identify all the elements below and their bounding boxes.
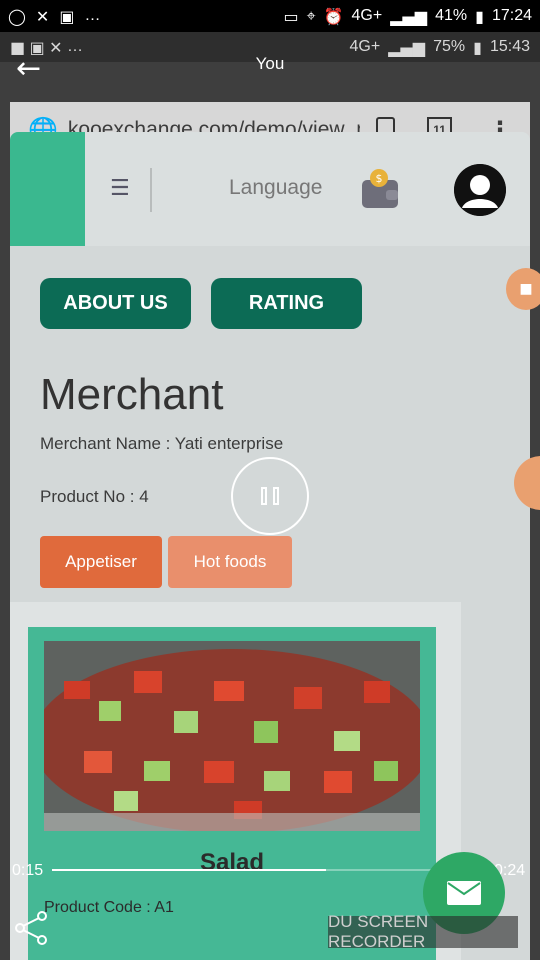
product-count: Product No : 4 (40, 487, 149, 506)
nav-divider (150, 168, 152, 212)
location-icon: ⌖ (306, 6, 316, 25)
language-selector[interactable]: Language (229, 176, 322, 200)
floating-video-icon[interactable]: ■ (506, 268, 540, 310)
image-icon: ▣ (59, 6, 75, 26)
category-tabs: Appetiser Hot foods (40, 536, 292, 588)
network-type: 4G+ (351, 7, 383, 24)
salad-image (44, 641, 420, 831)
player-title: You (255, 54, 285, 73)
brand-block (10, 132, 85, 246)
recorder-watermark: DU SCREEN RECORDER (328, 912, 518, 951)
wallet-icon[interactable]: $ (358, 168, 402, 212)
share-icon[interactable] (14, 910, 50, 946)
user-avatar-icon[interactable] (454, 164, 506, 216)
product-title: Salad (199, 849, 265, 876)
twitter-icon: ✕ (35, 6, 50, 26)
signal-icon: ▂▄▆ (390, 6, 428, 26)
action-buttons: ABOUT US RATING (40, 278, 362, 329)
svg-text:$: $ (376, 172, 383, 185)
webpage: ☰ Language $ ABOUT US RATING Merchant Me… (10, 132, 530, 960)
whatsapp-icon: ◯ (8, 6, 26, 26)
pause-button[interactable] (231, 457, 309, 535)
product-list: Salad Product Code : A1 (10, 602, 461, 960)
merchant-name: Merchant Name : Yati enterprise (40, 434, 284, 453)
battery-icon: ▮ (475, 6, 484, 26)
rating-button[interactable]: RATING (211, 278, 362, 329)
pause-icon-left-bar (261, 487, 267, 505)
hamburger-menu-icon[interactable]: ☰ (110, 176, 130, 201)
product-card[interactable]: Salad Product Code : A1 (28, 627, 436, 960)
seek-bar[interactable] (52, 869, 490, 871)
outer-status-bar: ◯ ✕ ▣ … ▭ ⌖ ⏰ 4G+ ▂▄▆ 41% ▮ 17:24 (0, 0, 540, 32)
alarm-icon: ⏰ (323, 6, 344, 26)
page-title: Merchant (40, 370, 224, 419)
category-tab-hot-foods[interactable]: Hot foods (168, 536, 292, 588)
elapsed-time: 0:15 (12, 862, 44, 879)
category-tab-appetiser[interactable]: Appetiser (40, 536, 162, 588)
more-notifications-icon: … (84, 7, 101, 24)
seek-progress (52, 869, 326, 871)
about-us-button[interactable]: ABOUT US (40, 278, 191, 329)
mail-icon (447, 881, 481, 905)
product-code: Product Code : A1 (44, 899, 174, 916)
clock: 17:24 (491, 7, 532, 24)
pause-icon-right-bar (273, 487, 279, 505)
cast-icon: ▭ (283, 6, 299, 26)
site-header: ☰ Language $ (10, 132, 530, 246)
battery-percent: 41% (435, 7, 468, 24)
